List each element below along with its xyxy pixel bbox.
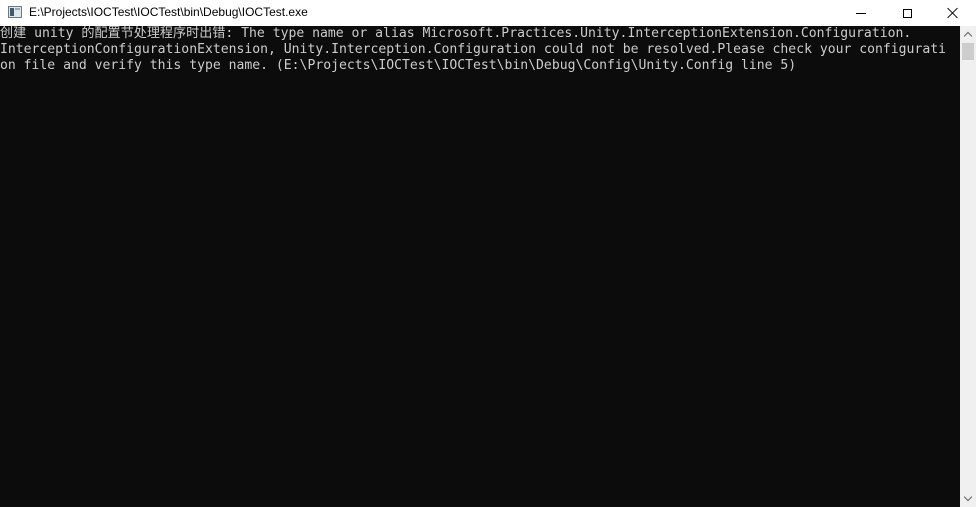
console-output-area[interactable]: 创建 unity 的配置节处理程序时出错: The type name or a… <box>0 26 960 507</box>
scroll-up-button[interactable] <box>960 26 976 43</box>
console-app-icon[interactable] <box>8 6 22 18</box>
vertical-scrollbar[interactable] <box>960 26 976 507</box>
minimize-icon <box>856 12 866 14</box>
scrollbar-thumb[interactable] <box>962 43 974 60</box>
title-bar[interactable]: E:\Projects\IOCTest\IOCTest\bin\Debug\IO… <box>0 0 976 26</box>
chevron-down-icon <box>963 492 973 502</box>
console-line: on file and verify this type name. (E:\P… <box>0 58 797 73</box>
scroll-down-button[interactable] <box>960 490 976 507</box>
close-button[interactable] <box>930 0 976 26</box>
console-line: InterceptionConfigurationExtension, Unit… <box>0 42 946 57</box>
window-title: E:\Projects\IOCTest\IOCTest\bin\Debug\IO… <box>29 5 308 19</box>
maximize-icon <box>902 8 912 18</box>
close-icon <box>947 7 959 19</box>
minimize-button[interactable] <box>838 0 884 26</box>
console-line: 创建 unity 的配置节处理程序时出错: The type name or a… <box>0 26 912 41</box>
maximize-button[interactable] <box>884 0 930 26</box>
console-output: 创建 unity 的配置节处理程序时出错: The type name or a… <box>0 26 960 74</box>
chevron-up-icon <box>963 31 973 41</box>
